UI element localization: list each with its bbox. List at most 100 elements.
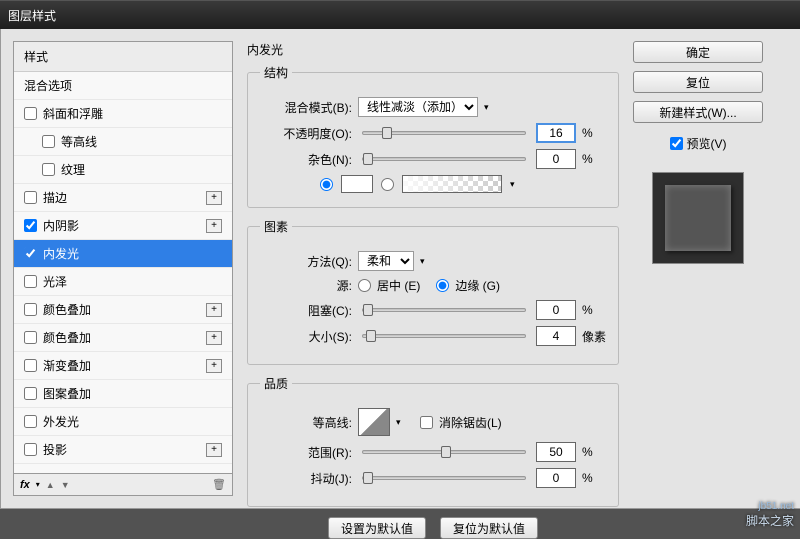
add-effect-icon[interactable]: + <box>206 443 222 457</box>
source-edge-radio[interactable] <box>436 279 449 292</box>
style-item-label: 渐变叠加 <box>43 357 91 374</box>
contour-swatch[interactable] <box>358 408 390 436</box>
style-item-5[interactable]: 内发光 <box>14 240 232 268</box>
chevron-down-icon: ▾ <box>36 480 40 489</box>
cancel-button[interactable]: 复位 <box>633 71 763 93</box>
range-slider[interactable] <box>362 450 526 454</box>
range-input[interactable] <box>536 442 576 462</box>
gradient-swatch[interactable] <box>402 175 502 193</box>
style-item-4[interactable]: 内阴影+ <box>14 212 232 240</box>
style-item-10[interactable]: 图案叠加 <box>14 380 232 408</box>
slider-thumb[interactable] <box>363 472 373 484</box>
size-slider[interactable] <box>362 334 526 338</box>
quality-legend: 品质 <box>260 375 292 392</box>
style-item-6[interactable]: 光泽 <box>14 268 232 296</box>
add-effect-icon[interactable]: + <box>206 303 222 317</box>
elements-group: 图素 方法(Q): 柔和 ▾ 源: 居中 (E) 边缘 (G) 阻塞(C): <box>247 218 619 365</box>
style-item-7[interactable]: 颜色叠加+ <box>14 296 232 324</box>
noise-slider[interactable] <box>362 157 526 161</box>
slider-thumb[interactable] <box>382 127 392 139</box>
blend-mode-select[interactable]: 线性减淡（添加） <box>358 97 478 117</box>
choke-slider[interactable] <box>362 308 526 312</box>
style-item-11[interactable]: 外发光 <box>14 408 232 436</box>
style-item-8[interactable]: 颜色叠加+ <box>14 324 232 352</box>
style-checkbox[interactable] <box>24 303 37 316</box>
reset-default-button[interactable]: 复位为默认值 <box>440 517 538 539</box>
antialias-checkbox[interactable] <box>420 416 433 429</box>
add-effect-icon[interactable]: + <box>206 191 222 205</box>
opacity-input[interactable] <box>536 123 576 143</box>
fx-icon[interactable]: fx <box>20 479 30 491</box>
style-checkbox[interactable] <box>24 191 37 204</box>
contour-caret-icon[interactable]: ▾ <box>396 417 406 428</box>
opacity-slider[interactable] <box>362 131 526 135</box>
noise-unit: % <box>582 152 606 166</box>
noise-label: 杂色(N): <box>260 151 352 168</box>
opacity-unit: % <box>582 126 606 140</box>
style-item-9[interactable]: 渐变叠加 + <box>14 352 232 380</box>
style-checkbox[interactable] <box>24 359 37 372</box>
structure-group: 结构 混合模式(B): 线性减淡（添加） ▾ 不透明度(O): % 杂色(N): <box>247 64 619 208</box>
gradient-radio[interactable] <box>381 178 394 191</box>
style-checkbox[interactable] <box>24 247 37 260</box>
preview-swatch <box>665 185 731 251</box>
add-effect-icon[interactable]: + <box>206 219 222 233</box>
style-checkbox[interactable] <box>42 135 55 148</box>
opacity-label: 不透明度(O): <box>260 125 352 142</box>
contour-label: 等高线: <box>260 414 352 431</box>
size-input[interactable] <box>536 326 576 346</box>
make-default-button[interactable]: 设置为默认值 <box>328 517 426 539</box>
style-checkbox[interactable] <box>24 415 37 428</box>
style-item-3[interactable]: 描边+ <box>14 184 232 212</box>
color-swatch[interactable] <box>341 175 373 193</box>
preview-checkbox[interactable] <box>670 137 683 150</box>
titlebar[interactable]: 图层样式 ✕ <box>0 0 800 29</box>
quality-group: 品质 等高线: ▾ 消除锯齿(L) 范围(R): % 抖动(J): <box>247 375 619 507</box>
style-item-label: 图案叠加 <box>43 385 91 402</box>
style-item-12[interactable]: 投影+ <box>14 436 232 464</box>
move-up-icon[interactable]: ▲ <box>46 480 55 490</box>
method-select[interactable]: 柔和 <box>358 251 414 271</box>
blending-options-item[interactable]: 混合选项 <box>14 72 232 100</box>
style-item-2[interactable]: 纹理 <box>14 156 232 184</box>
choke-input[interactable] <box>536 300 576 320</box>
watermark: jb51.net 脚本之家 <box>746 501 794 529</box>
style-checkbox[interactable] <box>24 387 37 400</box>
watermark-url: jb51.net <box>746 501 794 512</box>
blending-options-label: 混合选项 <box>24 77 72 94</box>
style-item-label: 光泽 <box>43 273 67 290</box>
actions-column: 确定 复位 新建样式(W)... 预览(V) <box>633 41 763 496</box>
blend-mode-caret-icon[interactable]: ▾ <box>484 102 494 113</box>
style-checkbox[interactable] <box>24 275 37 288</box>
style-item-0[interactable]: 斜面和浮雕 <box>14 100 232 128</box>
style-item-1[interactable]: 等高线 <box>14 128 232 156</box>
solid-color-radio[interactable] <box>320 178 333 191</box>
method-caret-icon[interactable]: ▾ <box>420 256 430 267</box>
style-checkbox[interactable] <box>24 107 37 120</box>
window-title: 图层样式 <box>8 7 800 24</box>
jitter-slider[interactable] <box>362 476 526 480</box>
ok-button[interactable]: 确定 <box>633 41 763 63</box>
style-checkbox[interactable] <box>24 331 37 344</box>
style-item-label: 等高线 <box>61 133 97 150</box>
add-effect-icon[interactable]: + <box>206 359 222 373</box>
style-checkbox[interactable] <box>42 163 55 176</box>
slider-thumb[interactable] <box>441 446 451 458</box>
elements-legend: 图素 <box>260 218 292 235</box>
source-center-radio[interactable] <box>358 279 371 292</box>
slider-thumb[interactable] <box>366 330 376 342</box>
noise-input[interactable] <box>536 149 576 169</box>
style-checkbox[interactable] <box>24 219 37 232</box>
jitter-input[interactable] <box>536 468 576 488</box>
slider-thumb[interactable] <box>363 153 373 165</box>
trash-icon[interactable]: 🗑 <box>212 478 226 491</box>
source-center-label: 居中 (E) <box>377 277 420 294</box>
move-down-icon[interactable]: ▼ <box>61 480 70 490</box>
styles-footer: fx ▾ ▲ ▼ 🗑 <box>13 474 233 496</box>
add-effect-icon[interactable]: + <box>206 331 222 345</box>
slider-thumb[interactable] <box>363 304 373 316</box>
gradient-caret-icon[interactable]: ▾ <box>510 179 520 190</box>
antialias-label: 消除锯齿(L) <box>439 414 502 431</box>
new-style-button[interactable]: 新建样式(W)... <box>633 101 763 123</box>
style-checkbox[interactable] <box>24 443 37 456</box>
